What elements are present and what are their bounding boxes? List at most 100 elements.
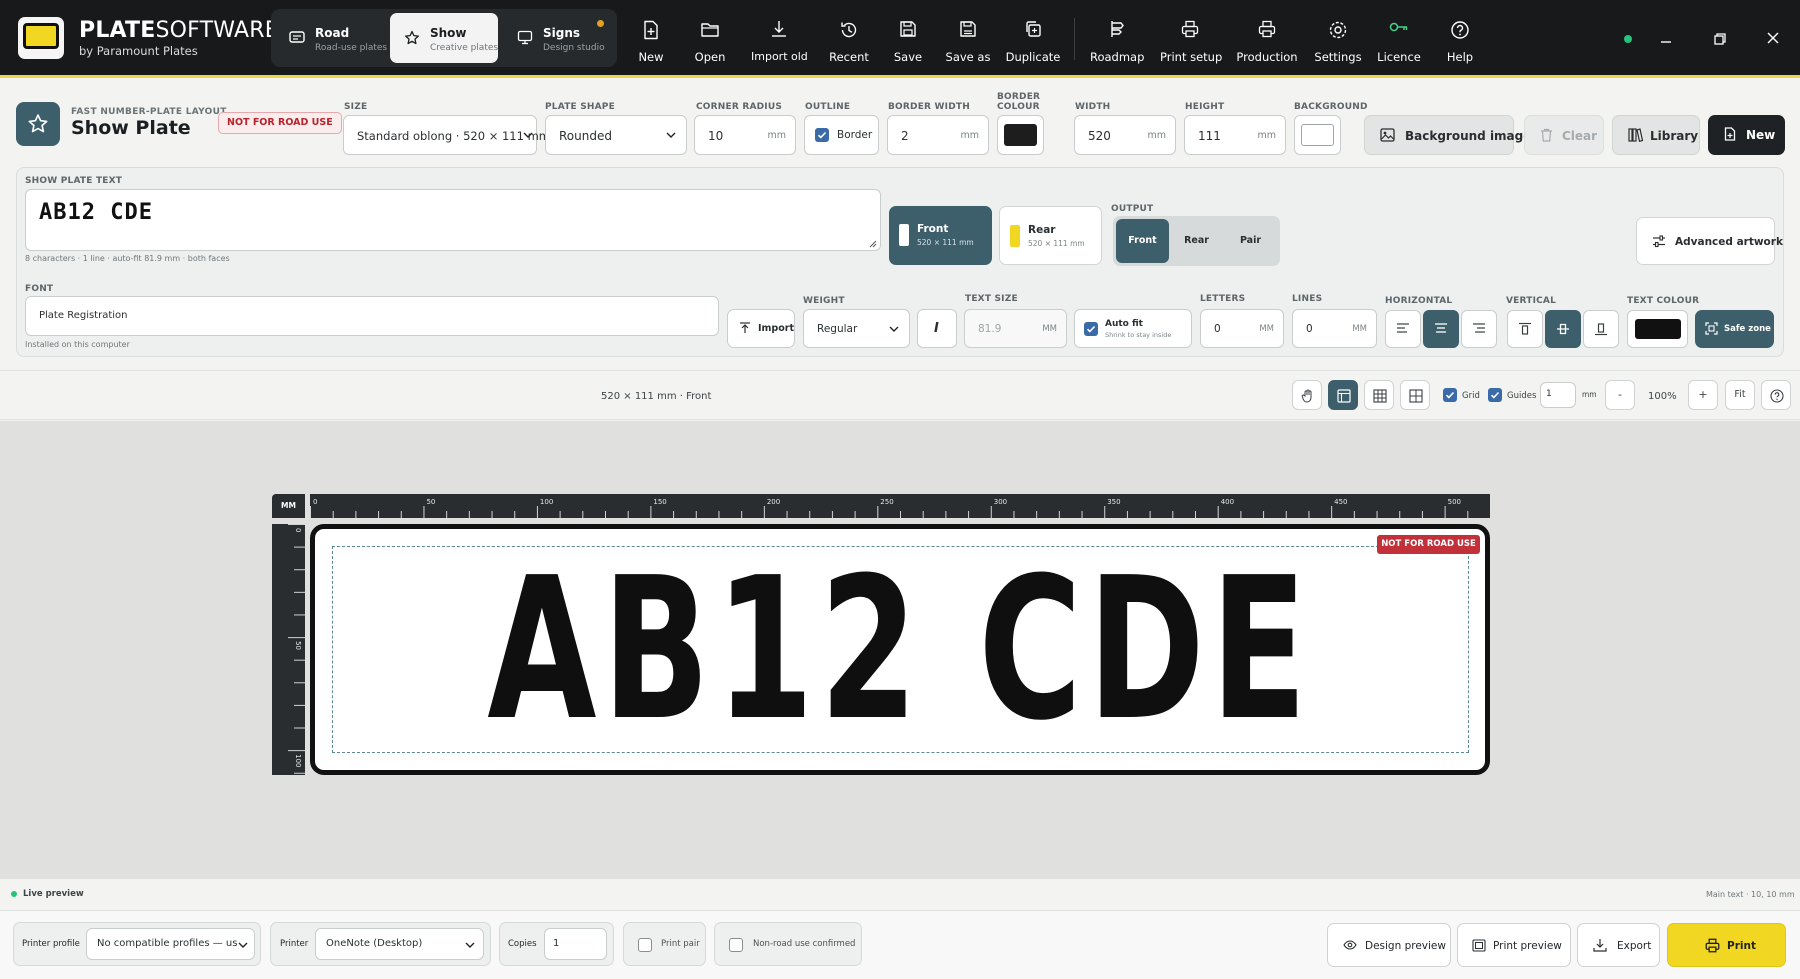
mode-show-tab[interactable]: Show Creative plates — [390, 13, 498, 63]
minimize-icon[interactable] — [1660, 33, 1672, 45]
plate-shape-select[interactable]: Rounded — [545, 115, 687, 155]
hand-icon — [1301, 389, 1312, 403]
star-icon — [404, 30, 420, 46]
zoom-out-button[interactable]: - — [1605, 380, 1635, 410]
print-button[interactable]: Print — [1667, 923, 1786, 967]
height-input[interactable]: 111 mm — [1184, 115, 1286, 155]
output-pair-option[interactable]: Pair — [1224, 219, 1277, 263]
align-middle-button[interactable] — [1545, 310, 1581, 348]
size-select[interactable]: Standard oblong · 520 × 111 mm — [343, 115, 550, 155]
letters-spacing-input[interactable]: 0 MM — [1200, 309, 1284, 348]
align-left-button[interactable] — [1385, 310, 1421, 348]
design-preview-button[interactable]: Design preview — [1327, 923, 1451, 967]
horizontal-align-label: HORIZONTAL — [1385, 296, 1453, 306]
duplicate-button[interactable]: Duplicate — [1005, 20, 1061, 64]
library-button[interactable]: Library — [1612, 115, 1700, 155]
corner-radius-input[interactable]: 10 mm — [694, 115, 796, 155]
plate-not-for-road-use-label[interactable]: NOT FOR ROAD USE — [1377, 535, 1480, 554]
grid-view-button[interactable] — [1400, 380, 1430, 410]
italic-toggle[interactable]: I — [917, 309, 957, 348]
roadmap-label: Roadmap — [1090, 50, 1145, 64]
border-width-input[interactable]: 2 mm — [887, 115, 989, 155]
new-plate-button[interactable]: New — [1708, 115, 1785, 155]
export-button[interactable]: Export — [1577, 923, 1660, 967]
font-input[interactable]: Plate Registration — [25, 296, 719, 336]
text-colour-swatch — [1635, 319, 1681, 339]
licence-button[interactable]: Licence — [1376, 20, 1422, 64]
align-right-button[interactable] — [1461, 310, 1497, 348]
guides-checkbox[interactable] — [1488, 388, 1502, 402]
rear-face-button[interactable]: Rear 520 × 111 mm — [999, 206, 1102, 265]
border-toggle[interactable]: Border — [804, 115, 879, 155]
weight-select[interactable]: Regular — [803, 309, 910, 348]
printer-icon — [1236, 20, 1298, 42]
print-preview-button[interactable]: Print preview — [1457, 923, 1571, 967]
plate-main-text[interactable]: AB12 CDE — [475, 552, 1325, 748]
table-view-button[interactable] — [1364, 380, 1394, 410]
background-colour-picker[interactable] — [1294, 115, 1341, 155]
help-label: Help — [1446, 50, 1474, 64]
mode-signs-tab[interactable]: Signs Design studio — [503, 13, 611, 63]
printer-icon — [1160, 20, 1220, 42]
save-as-icon — [945, 20, 991, 42]
clear-label: Clear — [1562, 129, 1598, 143]
text-size-input[interactable]: 81.9 MM — [964, 309, 1067, 348]
output-front-option[interactable]: Front — [1116, 219, 1169, 263]
save-button[interactable]: Save — [889, 20, 927, 64]
height-label: HEIGHT — [1185, 102, 1225, 112]
production-button[interactable]: Production — [1236, 20, 1298, 64]
restore-icon[interactable] — [1714, 33, 1726, 45]
advanced-artwork-button[interactable]: Advanced artwork — [1636, 217, 1783, 265]
clear-button[interactable]: Clear — [1524, 115, 1604, 155]
recent-button[interactable]: Recent — [827, 20, 871, 64]
guide-spacing-input[interactable]: 1 — [1540, 382, 1576, 408]
line-spacing-input[interactable]: 0 MM — [1292, 309, 1377, 348]
corner-radius-value: 10 — [708, 129, 724, 143]
auto-fit-toggle[interactable]: Auto fit Shrink to stay inside — [1074, 309, 1192, 348]
open-button[interactable]: Open — [688, 20, 732, 64]
border-colour-picker[interactable] — [997, 115, 1044, 155]
canvas-help-button[interactable] — [1761, 380, 1791, 410]
new-file-button[interactable]: New — [630, 20, 672, 64]
pan-tool-button[interactable] — [1292, 380, 1322, 410]
width-input[interactable]: 520 mm — [1074, 115, 1176, 155]
close-icon[interactable] — [1767, 32, 1779, 44]
trash-icon — [1540, 128, 1553, 142]
resize-handle-icon[interactable] — [869, 240, 877, 248]
select-tool-button[interactable] — [1328, 380, 1358, 410]
chevron-down-icon — [465, 941, 475, 949]
fit-button[interactable]: Fit — [1725, 380, 1755, 410]
selection-info: Main text · 10, 10 mm — [1706, 890, 1795, 899]
printer-select[interactable]: OneNote (Desktop) — [315, 928, 484, 960]
non-road-use-toggle[interactable]: Non-road use confirmed — [714, 922, 862, 966]
front-face-button[interactable]: Front 520 × 111 mm — [889, 206, 992, 265]
zoom-in-button[interactable]: + — [1688, 380, 1718, 410]
settings-button[interactable]: Settings — [1314, 20, 1362, 64]
align-top-icon — [1519, 322, 1531, 335]
plate-text-input[interactable]: AB12 CDE — [25, 189, 881, 251]
background-image-button[interactable]: Background image — [1364, 115, 1531, 155]
output-rear-option[interactable]: Rear — [1170, 219, 1223, 263]
monitor-icon — [517, 30, 533, 45]
help-button[interactable]: Help — [1440, 20, 1480, 64]
import-old-button[interactable]: Import old — [751, 20, 808, 63]
copies-input[interactable]: 1 — [544, 928, 607, 960]
file-plus-icon — [1724, 127, 1736, 141]
align-top-button[interactable] — [1507, 310, 1543, 348]
mode-road-tab[interactable]: Road Road-use plates — [275, 13, 387, 63]
production-label: Production — [1236, 50, 1298, 64]
letters-spacing-label: LETTERS — [1200, 294, 1246, 304]
grid-checkbox[interactable] — [1443, 388, 1457, 402]
align-bottom-button[interactable] — [1583, 310, 1619, 348]
align-center-button[interactable] — [1423, 310, 1459, 348]
print-pair-toggle[interactable]: Print pair — [623, 922, 706, 966]
save-label: Save — [893, 50, 923, 64]
import-font-button[interactable]: Import — [727, 309, 795, 348]
roadmap-button[interactable]: Roadmap — [1090, 20, 1144, 64]
save-as-button[interactable]: Save as — [945, 20, 991, 64]
print-setup-button[interactable]: Print setup — [1160, 20, 1222, 64]
text-colour-picker[interactable] — [1627, 310, 1688, 348]
printer-profile-select[interactable]: No compatible profiles — us — [86, 928, 255, 960]
safe-zone-button[interactable]: Safe zone — [1695, 310, 1774, 348]
background-colour-swatch — [1301, 124, 1334, 146]
